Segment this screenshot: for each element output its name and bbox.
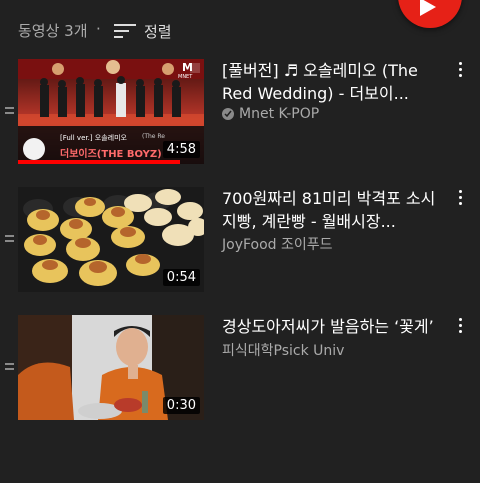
drag-handle-icon[interactable] <box>5 363 14 373</box>
duration-badge: 4:58 <box>162 141 200 158</box>
watched-progress-bar <box>18 160 180 164</box>
more-options-icon[interactable] <box>452 62 468 84</box>
video-thumbnail[interactable]: 0:30 <box>18 315 204 420</box>
channel-name[interactable]: 피식대학Psick Univ <box>222 340 344 360</box>
thumbnail-caption-top: [Full ver.] 오솔레미오 <box>60 134 127 142</box>
playlist-header: 동영상 3개 · 정렬 <box>0 0 480 60</box>
verified-icon <box>222 108 234 120</box>
duration-badge: 0:30 <box>162 397 200 414</box>
play-all-button[interactable] <box>398 0 462 28</box>
more-options-icon[interactable] <box>452 190 468 212</box>
sort-icon <box>114 22 136 40</box>
sort-button[interactable]: 정렬 <box>114 18 172 44</box>
sort-label: 정렬 <box>144 22 172 41</box>
video-thumbnail[interactable]: 0:54 <box>18 187 204 292</box>
video-item[interactable]: M MNET [Full ver.] 오솔레미오 (The Re 더보이즈(TH… <box>0 59 480 165</box>
drag-handle-icon[interactable] <box>5 235 14 245</box>
thumbnail-logo-sub: MNET <box>178 74 193 80</box>
thumbnail-logo: M <box>182 61 193 74</box>
video-item[interactable]: 0:54 700원짜리 81미리 박격포 소시 지빵, 계란빵 - 월배시장...… <box>0 187 480 293</box>
video-title[interactable]: 경상도아저씨가 발음하는 ‘꽃게’ <box>222 315 444 338</box>
play-icon <box>420 0 436 16</box>
thumbnail-caption-main: 더보이즈(THE BOYZ) <box>60 149 162 160</box>
video-thumbnail[interactable]: M MNET [Full ver.] 오솔레미오 (The Re 더보이즈(TH… <box>18 59 204 164</box>
video-item[interactable]: 0:30 경상도아저씨가 발음하는 ‘꽃게’ 피식대학Psick Univ <box>0 315 480 421</box>
channel-name[interactable]: JoyFood 조이푸드 <box>222 234 333 254</box>
more-options-icon[interactable] <box>452 318 468 340</box>
video-title[interactable]: [풀버전] ♬ 오솔레미오 (The Red Wedding) - 더보이... <box>222 59 444 105</box>
drag-handle-icon[interactable] <box>5 107 14 117</box>
video-title[interactable]: 700원짜리 81미리 박격포 소시 지빵, 계란빵 - 월배시장... <box>222 187 444 233</box>
channel-name[interactable]: Mnet K-POP <box>222 106 319 122</box>
separator-dot: · <box>96 20 101 38</box>
duration-badge: 0:54 <box>162 269 200 286</box>
video-count: 동영상 3개 <box>18 22 88 40</box>
thumbnail-caption-top2: (The Re <box>142 133 165 140</box>
